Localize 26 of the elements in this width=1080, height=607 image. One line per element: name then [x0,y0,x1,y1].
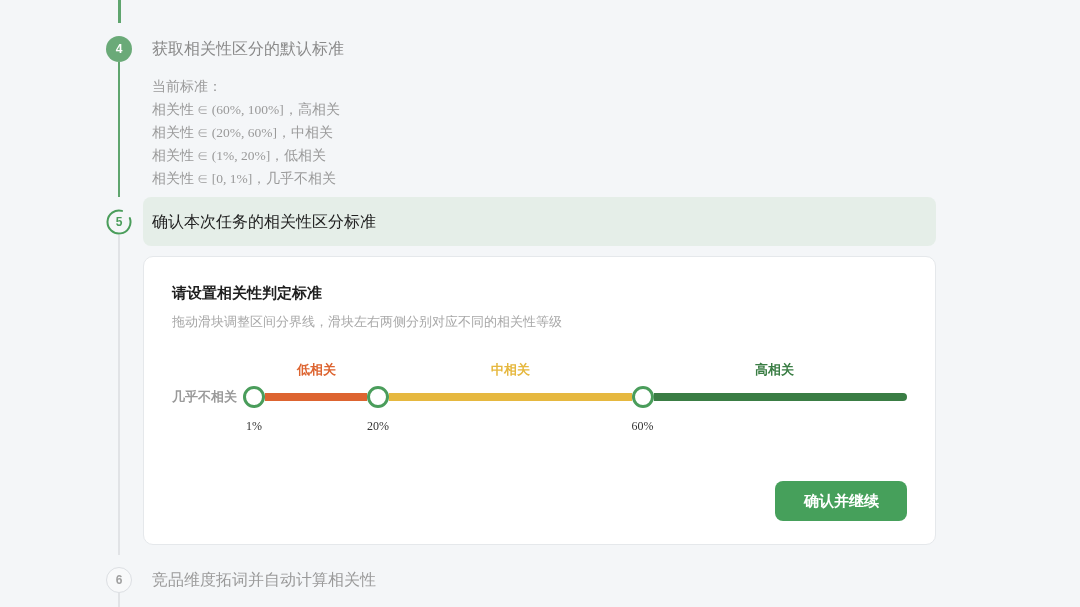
step-title: 竞品维度拓词并自动计算相关性 [152,570,376,590]
criteria-line: 相关性 ∈ (1%, 20%]，低相关 [152,146,327,165]
slider-handle[interactable] [631,386,654,408]
slider-handle[interactable] [367,386,390,408]
criteria-line: 相关性 ∈ [0, 1%]，几乎不相关 [152,169,337,188]
slider-min-label: 几乎不相关 [172,388,238,406]
criteria-line: 相关性 ∈ (20%, 60%]，中相关 [152,123,333,142]
card-title: 请设置相关性判定标准 [172,283,322,303]
step-title: 获取相关性区分的默认标准 [152,39,344,59]
slider-track[interactable] [243,386,907,408]
handle-value: 20% [367,418,390,435]
handle-value: 60% [631,418,654,435]
criteria-line: 当前标准： [152,77,222,96]
criteria-line: 相关性 ∈ (60%, 100%]，高相关 [152,100,340,119]
confirm-button[interactable]: 确认并继续 [775,481,907,521]
band-label: 低相关 [296,361,336,379]
slider-handle[interactable] [243,386,265,408]
band-label: 高相关 [755,361,795,379]
step-number: 6 [106,567,132,593]
step-number: 5 [106,208,132,235]
handle-value: 1% [246,418,262,435]
band-label: 中相关 [490,361,530,379]
timeline-connector [117,0,121,23]
step-title: 确认本次任务的相关性区分标准 [152,211,376,232]
card-subtitle: 拖动滑块调整区间分界线，滑块左右两侧分别对应不同的相关性等级 [172,313,562,331]
step-number: 4 [106,36,132,62]
